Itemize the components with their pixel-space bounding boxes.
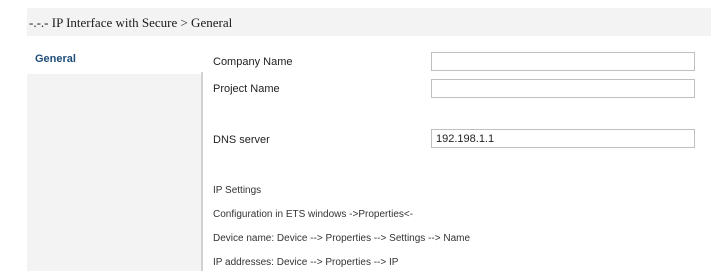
header-bar: -.-.- IP Interface with Secure > General [27,8,711,36]
project-name-field[interactable] [431,79,695,98]
dns-server-label: DNS server [213,134,270,146]
ets-configuration-note: Configuration in ETS windows ->Propertie… [213,209,414,220]
ip-addresses-path-note: IP addresses: Device --> Properties --> … [213,257,399,268]
device-name-path-note: Device name: Device --> Properties --> S… [213,233,471,244]
company-name-field[interactable] [431,52,695,71]
project-name-label: Project Name [213,83,280,95]
ip-settings-heading: IP Settings [213,185,262,196]
device-parameter-window: -.-.- IP Interface with Secure > General… [0,0,711,271]
sidebar: General [27,46,203,271]
company-name-label: Company Name [213,56,293,68]
sidebar-item-label: General [35,53,76,65]
page-title: -.-.- IP Interface with Secure > General [29,15,233,30]
sidebar-item-general[interactable]: General [27,46,203,74]
sidebar-empty-area [27,74,203,271]
panel-divider [201,72,203,271]
dns-server-field[interactable] [431,129,695,148]
